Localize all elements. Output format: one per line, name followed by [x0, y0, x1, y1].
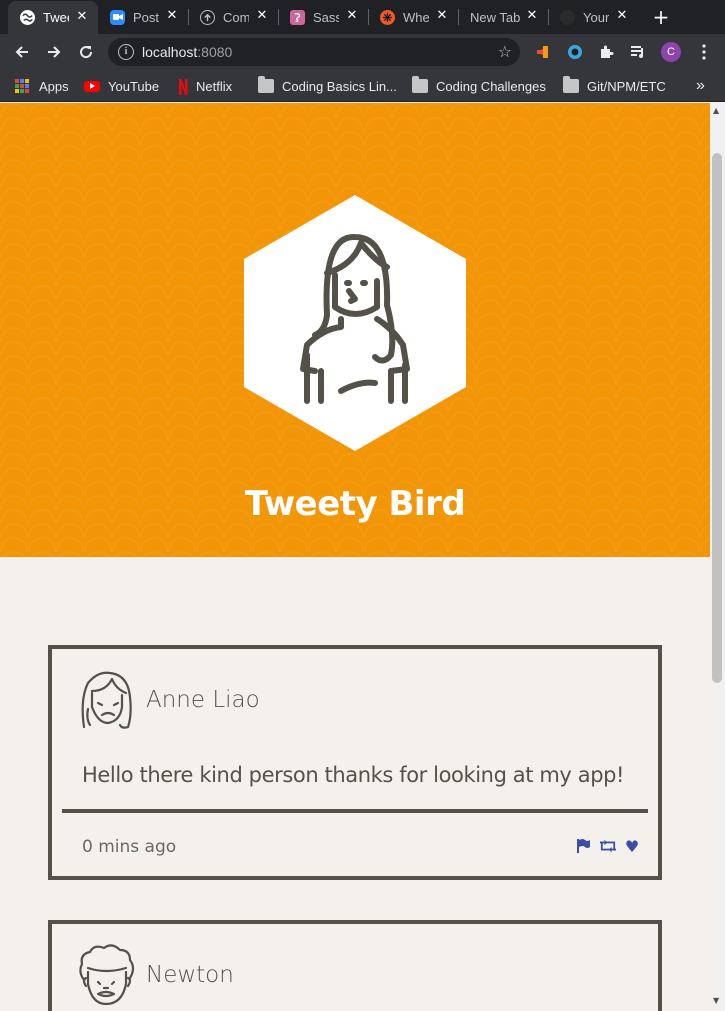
zoom-icon: [110, 9, 125, 25]
close-tab-icon[interactable]: ✕: [526, 9, 538, 22]
bookmark-folder-coding-basics[interactable]: Coding Basics Lin...: [258, 76, 397, 95]
tweet-author-name: Anne Liao: [146, 687, 260, 713]
apps-grid-icon: [15, 79, 31, 93]
close-tab-icon[interactable]: ✕: [616, 9, 628, 22]
scrollbar-thumb[interactable]: [712, 153, 722, 683]
sass-icon: [290, 9, 305, 25]
close-tab-icon[interactable]: ✕: [256, 9, 268, 22]
netflix-icon: [178, 79, 188, 95]
page-scrollbar[interactable]: ▲ ▼: [710, 103, 725, 1011]
bookmark-youtube[interactable]: YouTube: [84, 77, 159, 95]
tweet-timestamp: 0 mins ago: [82, 837, 177, 857]
media-queue-icon[interactable]: [628, 42, 648, 62]
browser-toolbar: i localhost:8080 ☆ C: [0, 34, 725, 70]
tab-post[interactable]: Post ✕: [98, 0, 188, 34]
male-avatar-icon: [79, 944, 135, 1006]
bookmark-netflix[interactable]: Netflix: [178, 77, 232, 95]
tweet-card: Newton: [48, 920, 662, 1011]
folder-icon: [563, 76, 579, 93]
folder-icon: [412, 76, 428, 93]
profile-avatar-hexagon: [244, 195, 466, 451]
forward-arrow-icon[interactable]: [44, 42, 64, 62]
tab-sass[interactable]: Sass ✕: [278, 0, 368, 34]
tab-com[interactable]: Com ✕: [188, 0, 278, 34]
close-tab-icon[interactable]: ✕: [76, 10, 88, 23]
profile-avatar[interactable]: C: [661, 42, 681, 62]
close-tab-icon[interactable]: ✕: [166, 9, 178, 22]
extension-megaphone-icon[interactable]: [533, 42, 553, 62]
flag-icon[interactable]: [576, 838, 592, 854]
youtube-icon: [84, 80, 100, 92]
folder-icon: [258, 76, 274, 93]
female-avatar-icon: [81, 671, 132, 729]
bookmarks-bar: Apps YouTube Netflix Coding Basics Lin..…: [0, 70, 725, 102]
new-tab-button[interactable]: +: [650, 6, 672, 28]
reload-icon[interactable]: [76, 42, 96, 62]
page-viewport: Tweety Bird Anne Liao Hello there kind p…: [0, 103, 710, 1011]
tab-tweety[interactable]: Twee ✕: [8, 1, 98, 34]
heart-icon[interactable]: ♥: [624, 837, 640, 856]
github-icon: [560, 9, 575, 25]
tweet-author-name: Newton: [146, 962, 234, 988]
site-info-icon[interactable]: i: [118, 44, 134, 60]
close-tab-icon[interactable]: ✕: [346, 9, 358, 22]
extension-eye-icon[interactable]: [565, 42, 585, 62]
close-tab-icon[interactable]: ✕: [436, 9, 448, 22]
tab-your[interactable]: Your ✕: [548, 0, 638, 34]
tab-new-tab[interactable]: New Tab ✕: [458, 0, 548, 34]
tab-whe[interactable]: Whe ✕: [368, 0, 458, 34]
tweet-text: Hello there kind person thanks for looki…: [82, 763, 625, 787]
url-text: localhost:8080: [142, 44, 233, 60]
profile-header: Tweety Bird: [0, 103, 710, 557]
address-bar[interactable]: i localhost:8080 ☆: [108, 38, 520, 66]
more-bookmarks-button[interactable]: »: [696, 77, 705, 95]
tab-strip: Twee ✕ Post ✕ Com ✕ Sass ✕ Whe ✕ New Tab: [0, 0, 725, 34]
bookmark-folder-coding-challenges[interactable]: Coding Challenges: [412, 76, 546, 95]
kebab-menu-icon[interactable]: [694, 42, 714, 62]
asterisk-icon: [380, 9, 395, 25]
tweet-divider: [62, 809, 648, 813]
retweet-icon[interactable]: [600, 838, 616, 854]
bookmark-star-icon[interactable]: ☆: [498, 42, 512, 61]
bookmark-folder-git-npm[interactable]: Git/NPM/ETC: [563, 76, 666, 95]
back-arrow-icon[interactable]: [12, 42, 32, 62]
scroll-up-arrow-icon[interactable]: ▲: [713, 106, 719, 115]
tweet-actions: ♥: [576, 837, 640, 856]
scroll-down-arrow-icon[interactable]: ▼: [713, 996, 719, 1005]
puzzle-extensions-icon[interactable]: [596, 42, 616, 62]
profile-name: Tweety Bird: [244, 484, 466, 524]
globe-icon: [20, 10, 35, 25]
bookmark-apps[interactable]: Apps: [15, 77, 69, 95]
tweet-card: Anne Liao Hello there kind person thanks…: [48, 645, 662, 880]
upload-icon: [200, 9, 215, 25]
